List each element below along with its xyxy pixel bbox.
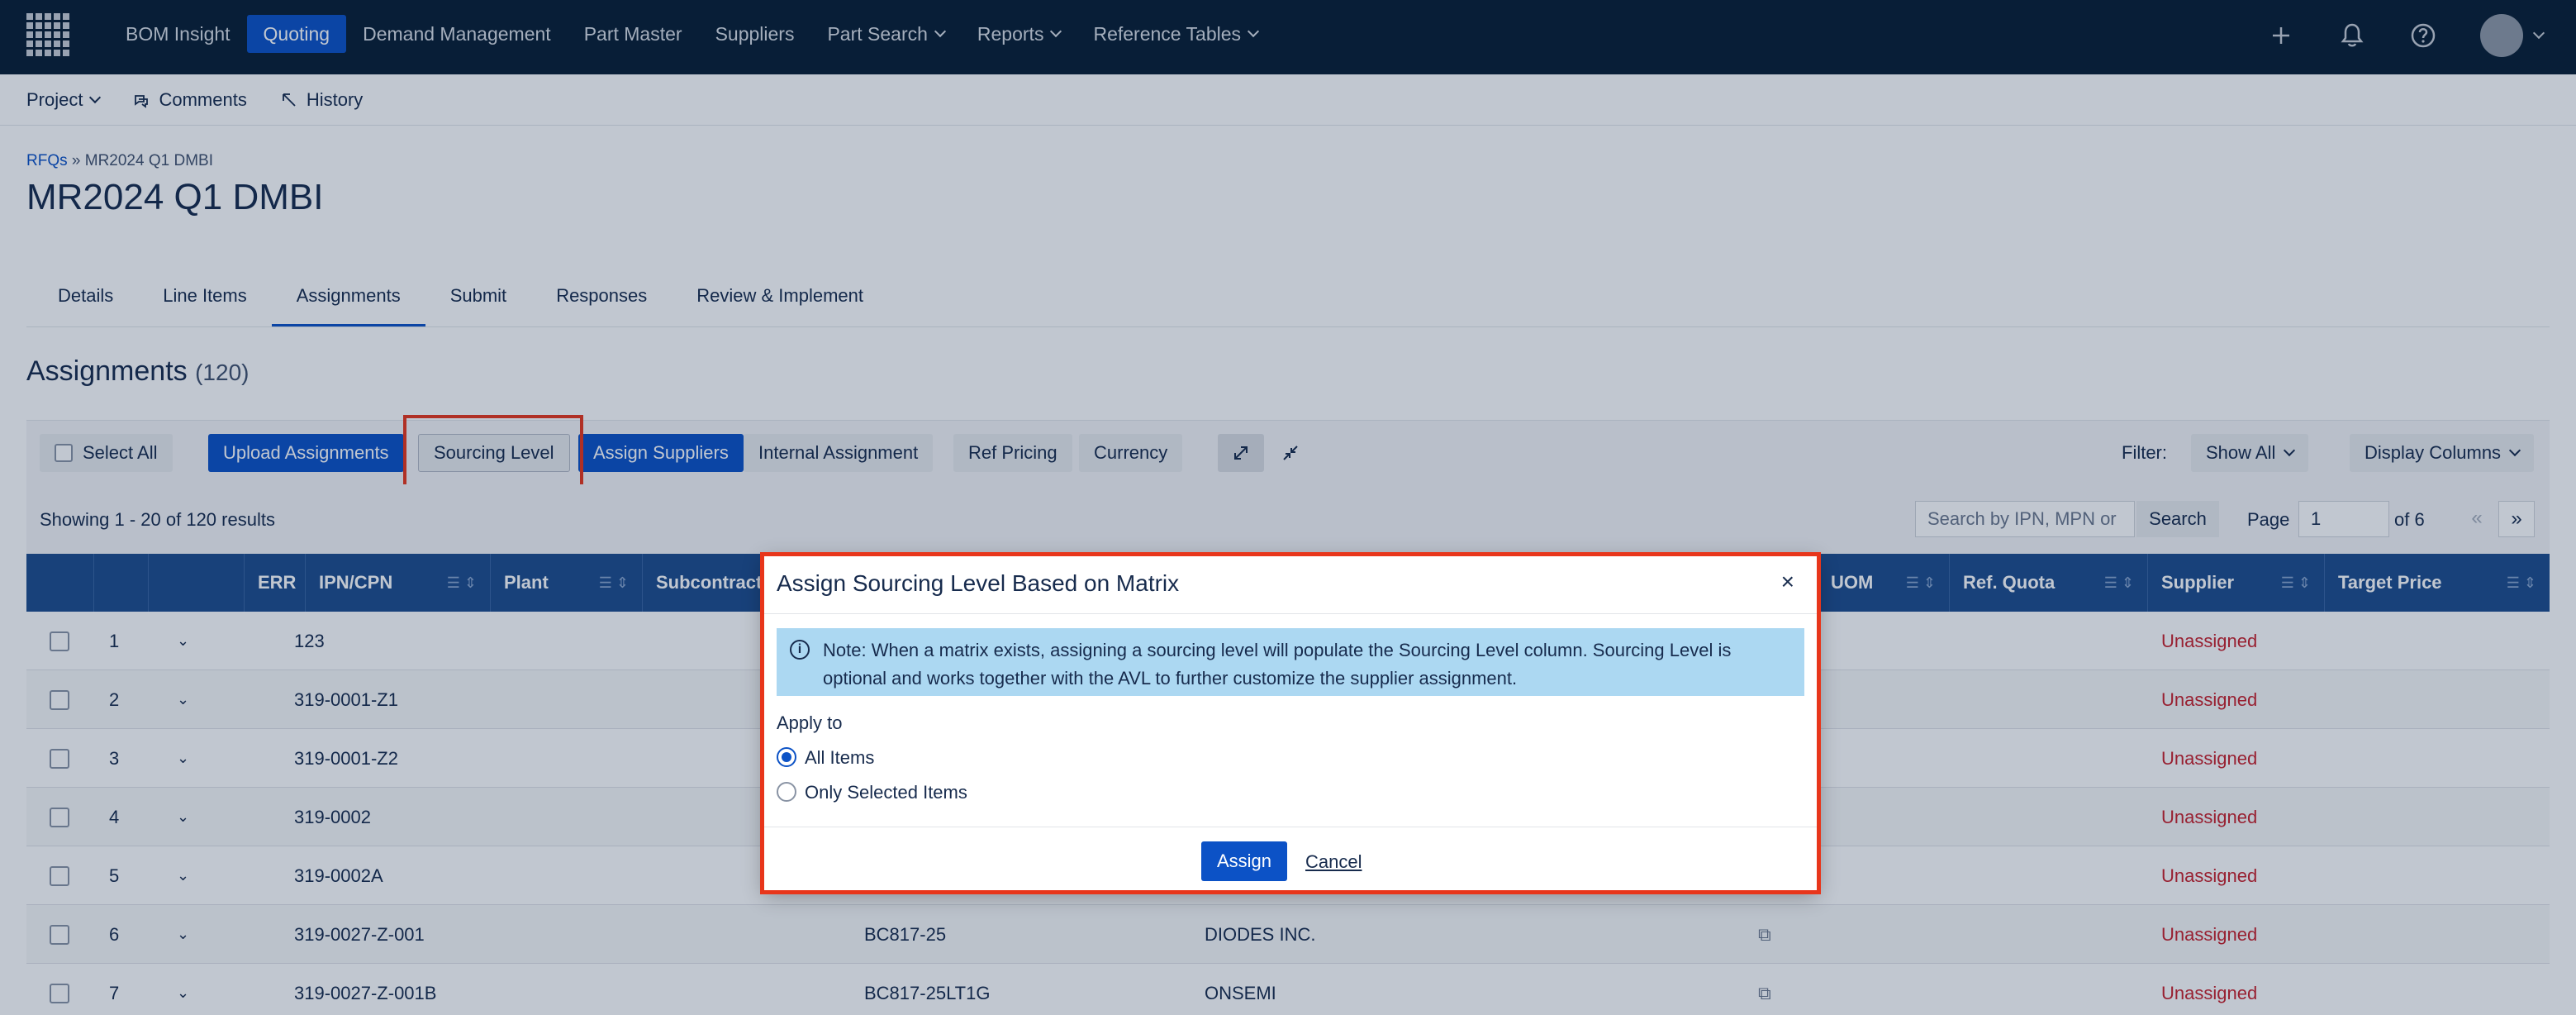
info-icon: i bbox=[790, 640, 810, 660]
modal-title: Assign Sourcing Level Based on Matrix bbox=[777, 570, 1180, 596]
modal-divider bbox=[763, 613, 1818, 614]
only-selected-items-label[interactable]: Only Selected Items bbox=[805, 782, 967, 803]
assign-button[interactable]: Assign bbox=[1201, 841, 1287, 881]
info-note: i Note: When a matrix exists, assigning … bbox=[777, 628, 1804, 696]
cancel-link[interactable]: Cancel bbox=[1305, 851, 1362, 873]
info-note-text: Note: When a matrix exists, assigning a … bbox=[823, 640, 1732, 689]
only-selected-items-radio[interactable] bbox=[777, 782, 796, 802]
all-items-radio[interactable] bbox=[777, 747, 796, 767]
apply-to-label: Apply to bbox=[777, 712, 843, 733]
all-items-label[interactable]: All Items bbox=[805, 747, 874, 769]
assign-sourcing-level-modal: Assign Sourcing Level Based on Matrix × … bbox=[763, 555, 1818, 891]
close-icon[interactable]: × bbox=[1781, 569, 1794, 595]
